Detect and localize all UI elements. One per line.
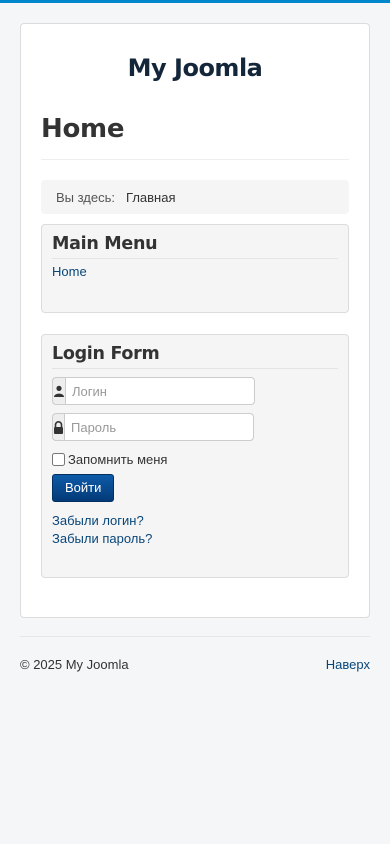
main-menu-title: Main Menu — [52, 234, 338, 259]
forgot-username-link[interactable]: Забыли логин? — [52, 512, 338, 530]
content-card: My Joomla Home Вы здесь: Главная Main Me… — [20, 23, 370, 618]
login-help-links: Забыли логин? Забыли пароль? — [52, 512, 338, 548]
username-input[interactable] — [65, 377, 255, 405]
main-menu-module: Main Menu Home — [41, 224, 349, 313]
menu-item-home[interactable]: Home — [52, 264, 87, 279]
title-divider — [41, 159, 349, 160]
site-brand-link[interactable]: My Joomla — [21, 54, 369, 82]
breadcrumb: Вы здесь: Главная — [41, 180, 349, 214]
remember-me-checkbox[interactable] — [52, 453, 65, 466]
remember-me-label: Запомнить меня — [68, 452, 168, 467]
footer-copyright: © 2025 My Joomla — [20, 657, 129, 672]
page-title: Home — [41, 114, 125, 144]
user-icon — [52, 377, 65, 405]
password-group — [52, 413, 254, 441]
username-group — [52, 377, 255, 405]
login-form-title: Login Form — [52, 344, 338, 369]
lock-icon — [52, 413, 64, 441]
login-button[interactable]: Войти — [52, 474, 115, 502]
breadcrumb-here-label: Вы здесь: — [56, 189, 116, 205]
footer-divider — [20, 636, 370, 637]
password-input[interactable] — [64, 413, 254, 441]
login-form-module: Login Form Запомнить меня В — [41, 334, 349, 578]
breadcrumb-current: Главная — [126, 189, 176, 205]
remember-me[interactable]: Запомнить меня — [52, 452, 338, 467]
forgot-password-link[interactable]: Забыли пароль? — [52, 530, 338, 548]
top-accent-bar — [0, 0, 390, 3]
back-to-top-link[interactable]: Наверх — [326, 657, 370, 672]
